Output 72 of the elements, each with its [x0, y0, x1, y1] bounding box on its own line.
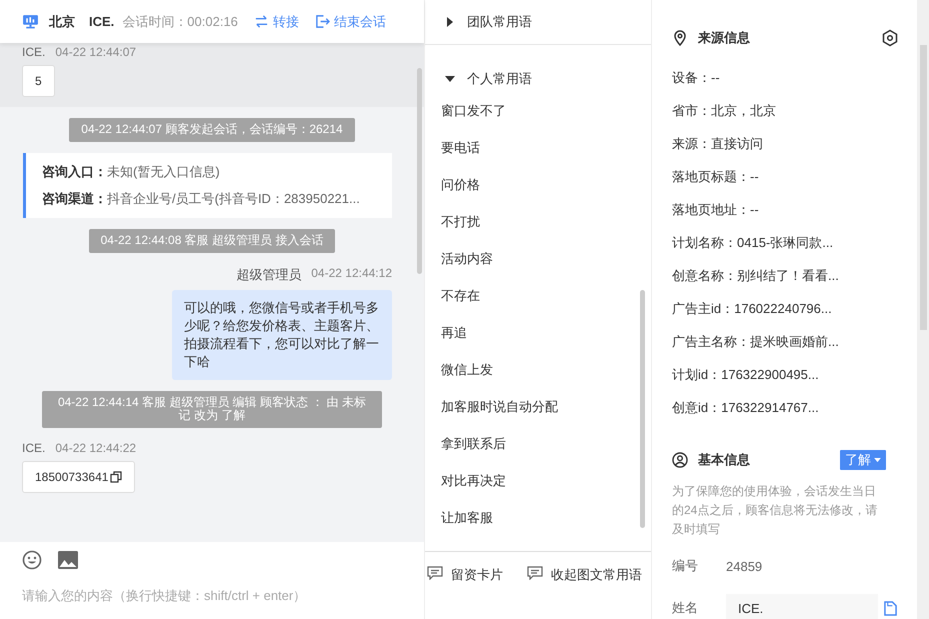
- message-icon: [427, 566, 443, 580]
- source-field: 创意id：176322914767...: [672, 391, 897, 424]
- source-field: 计划id：176322900495...: [672, 358, 897, 391]
- message-text: 18500733641: [35, 470, 108, 484]
- scrollbar[interactable]: [920, 45, 927, 330]
- source-field: 落地页地址：--: [672, 193, 897, 226]
- source-field: 创意名称：别纠结了！看看...: [672, 259, 897, 292]
- customer-location: 北京: [49, 12, 75, 30]
- phrase-item[interactable]: 再追: [425, 314, 651, 351]
- source-field: 广告主id：176022240796...: [672, 292, 897, 325]
- message-input[interactable]: 请输入您的内容（换行快捷键：shift/ctrl + enter）: [22, 588, 402, 603]
- message-time: 04-22 12:44:07: [55, 45, 136, 59]
- image-icon[interactable]: [58, 551, 78, 569]
- source-field: 落地页标题：--: [672, 160, 897, 193]
- location-pin-icon: [672, 30, 688, 46]
- system-notice: 04-22 12:44:07 顾客发起会话，会话编号：26214: [69, 118, 355, 142]
- phrase-action-link[interactable]: 收起图文常用语: [527, 566, 642, 619]
- section-title: 来源信息: [698, 29, 750, 47]
- message-text: 5: [35, 74, 42, 88]
- settings-icon[interactable]: [881, 29, 899, 47]
- emoji-icon[interactable]: [22, 550, 42, 570]
- phrase-group-header[interactable]: 个人常用语: [425, 57, 651, 92]
- caret-right-icon: [445, 17, 455, 27]
- swap-arrows-icon: [254, 14, 269, 29]
- entry-value: 未知(暂无入口信息): [107, 164, 220, 179]
- entry-label: 咨询渠道：: [42, 190, 107, 206]
- phrase-group-header[interactable]: 团队常用语: [425, 0, 651, 45]
- phrase-item[interactable]: 窗口发不了: [425, 92, 651, 129]
- phrase-item[interactable]: 加客服时说自动分配: [425, 388, 651, 425]
- sender-name: ICE.: [22, 45, 46, 59]
- copy-icon[interactable]: [110, 471, 122, 484]
- source-field: 来源：直接访问: [672, 127, 897, 160]
- field-value: 24859: [726, 558, 762, 574]
- phrase-item[interactable]: 不存在: [425, 277, 651, 314]
- phrase-item[interactable]: 不打扰: [425, 203, 651, 240]
- phrase-item[interactable]: 拿到联系后: [425, 425, 651, 462]
- exit-icon: [314, 14, 330, 29]
- session-duration: 会话时间：00:02:16: [122, 12, 238, 30]
- monitor-icon: [22, 13, 39, 30]
- phrase-item[interactable]: 微信上发: [425, 351, 651, 388]
- scrollbar[interactable]: [640, 290, 645, 528]
- message-time: 04-22 12:44:22: [55, 441, 136, 456]
- message-icon: [527, 566, 543, 580]
- sender-name: 超级管理员: [236, 266, 302, 284]
- source-field: 计划名称：0415-张琳同款...: [672, 226, 897, 259]
- customer-name: ICE.: [89, 14, 114, 29]
- source-field: 广告主名称：提米映画婚前...: [672, 325, 897, 358]
- section-title: 基本信息: [698, 451, 750, 469]
- sender-name: ICE.: [22, 441, 46, 456]
- phrase-item[interactable]: 对比再决定: [425, 462, 651, 499]
- message-bubble: 可以的哦，您微信号或者手机号多少呢？给您发价格表、主题客片、拍摄流程看下，您可以对比了解一下哈: [172, 290, 392, 380]
- source-field: 省市：北京，北京: [672, 94, 897, 127]
- system-notice: 04-22 12:44:08 客服 超级管理员 接入会话: [88, 228, 336, 253]
- caret-down-icon: [445, 74, 455, 84]
- phrase-item[interactable]: 活动内容: [425, 240, 651, 277]
- phrase-action-link[interactable]: 留资卡片: [427, 566, 503, 619]
- message-time: 04-22 12:44:12: [311, 266, 392, 282]
- scrollbar[interactable]: [417, 68, 422, 274]
- source-field: 设备：--: [672, 61, 897, 94]
- phrase-item[interactable]: 让加客服: [425, 499, 651, 536]
- entry-value: 抖音企业号/员工号(抖音号ID：283950221...: [107, 190, 360, 206]
- system-notice: 04-22 12:44:14 客服 超级管理员 编辑 顾客状态 ： 由 未标记 改为 了解: [42, 390, 382, 428]
- field-label: 姓名: [672, 599, 699, 617]
- notice-text: 为了保障您的使用体验，会话发生当日的24点之后，顾客信息将无法修改，请及时填写: [672, 483, 878, 538]
- name-input[interactable]: ICE.: [726, 594, 878, 619]
- user-icon: [672, 452, 688, 468]
- entry-label: 咨询入口：: [42, 164, 107, 179]
- caret-down-icon: [874, 458, 881, 462]
- document-icon[interactable]: [884, 600, 897, 616]
- field-label: 编号: [672, 557, 699, 575]
- phrase-item[interactable]: 问价格: [425, 166, 651, 203]
- phrase-item[interactable]: 要电话: [425, 129, 651, 166]
